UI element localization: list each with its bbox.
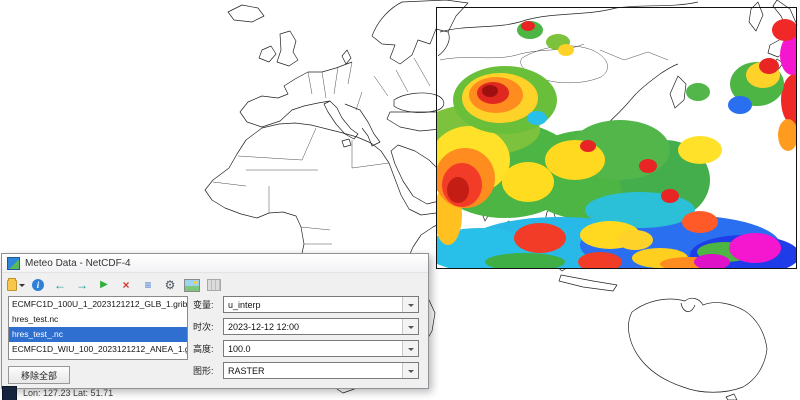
arrow-right-icon: → bbox=[76, 279, 88, 291]
dropdown-button[interactable] bbox=[402, 363, 418, 378]
variable-select[interactable]: u_interp bbox=[223, 296, 419, 313]
remove-button[interactable]: × bbox=[117, 277, 135, 294]
forward-button[interactable]: → bbox=[73, 277, 91, 294]
plot-type-label: 图形: bbox=[193, 364, 223, 377]
chevron-down-icon bbox=[408, 326, 414, 332]
plot-type-value: RASTER bbox=[228, 366, 265, 376]
export-image-button[interactable] bbox=[183, 277, 201, 294]
dropdown-button[interactable] bbox=[402, 319, 418, 334]
remove-all-button[interactable]: 移除全部 bbox=[8, 366, 70, 384]
info-icon: i bbox=[32, 279, 44, 291]
raster-layer bbox=[420, 19, 800, 275]
list-item[interactable]: ECMFC1D_100U_1_2023121212_GLB_1.grib1 bbox=[9, 297, 187, 312]
app-taskbar-icon[interactable] bbox=[2, 386, 17, 400]
level-value: 100.0 bbox=[228, 344, 251, 354]
run-button[interactable]: ▶ bbox=[95, 277, 113, 294]
variable-row: 变量: u_interp bbox=[193, 296, 419, 313]
dropdown-button[interactable] bbox=[402, 297, 418, 312]
list-item-selected[interactable]: hres_test_.nc bbox=[9, 327, 187, 342]
close-icon: × bbox=[122, 279, 129, 291]
level-label: 高度: bbox=[193, 342, 223, 355]
settings-button[interactable]: ⚙ bbox=[161, 277, 179, 294]
grid-icon bbox=[207, 279, 221, 291]
time-value: 2023-12-12 12:00 bbox=[228, 322, 299, 332]
parameter-form: 变量: u_interp 时次: 2023-12-12 12:00 高度: 10… bbox=[193, 296, 419, 384]
time-select[interactable]: 2023-12-12 12:00 bbox=[223, 318, 419, 335]
status-bar: Lon: 127.23 Lat: 51.71 bbox=[2, 386, 113, 400]
level-row: 高度: 100.0 bbox=[193, 340, 419, 357]
dialog-titlebar[interactable]: Meteo Data - NetCDF-4 bbox=[2, 254, 428, 273]
grid-view-button[interactable] bbox=[205, 277, 223, 294]
plot-type-row: 图形: RASTER bbox=[193, 362, 419, 379]
back-button[interactable]: ← bbox=[51, 277, 69, 294]
arrow-left-icon: ← bbox=[54, 279, 66, 291]
image-icon bbox=[184, 279, 200, 292]
level-select[interactable]: 100.0 bbox=[223, 340, 419, 357]
chevron-down-icon bbox=[408, 370, 414, 376]
list-view-button[interactable]: ≡ bbox=[139, 277, 157, 294]
meteo-data-dialog[interactable]: Meteo Data - NetCDF-4 i ← → ▶ × bbox=[1, 253, 429, 389]
open-folder-button[interactable] bbox=[7, 277, 25, 294]
run-icon: ▶ bbox=[100, 280, 108, 290]
dialog-title: Meteo Data - NetCDF-4 bbox=[25, 258, 131, 269]
dialog-toolbar: i ← → ▶ × ≡ ⚙ bbox=[2, 273, 428, 296]
chevron-down-icon bbox=[408, 348, 414, 354]
time-row: 时次: 2023-12-12 12:00 bbox=[193, 318, 419, 335]
list-icon: ≡ bbox=[144, 279, 151, 291]
chevron-down-icon bbox=[408, 304, 414, 310]
variable-value: u_interp bbox=[228, 300, 261, 310]
list-item[interactable]: ECMFC1D_WIU_100_2023121212_ANEA_1.grib1 bbox=[9, 342, 187, 357]
cursor-coordinates: Lon: 127.23 Lat: 51.71 bbox=[23, 388, 113, 398]
list-item[interactable]: hres_test.nc bbox=[9, 312, 187, 327]
info-button[interactable]: i bbox=[29, 277, 47, 294]
chevron-down-icon bbox=[19, 284, 25, 290]
app-window: Meteo Data - NetCDF-4 i ← → ▶ × bbox=[0, 0, 800, 400]
gear-icon: ⚙ bbox=[165, 279, 176, 291]
dialog-app-icon bbox=[7, 257, 20, 270]
file-list[interactable]: ECMFC1D_100U_1_2023121212_GLB_1.grib1 hr… bbox=[8, 296, 188, 360]
variable-label: 变量: bbox=[193, 298, 223, 311]
plot-type-select[interactable]: RASTER bbox=[223, 362, 419, 379]
time-label: 时次: bbox=[193, 320, 223, 333]
folder-icon bbox=[7, 280, 17, 291]
dropdown-button[interactable] bbox=[402, 341, 418, 356]
